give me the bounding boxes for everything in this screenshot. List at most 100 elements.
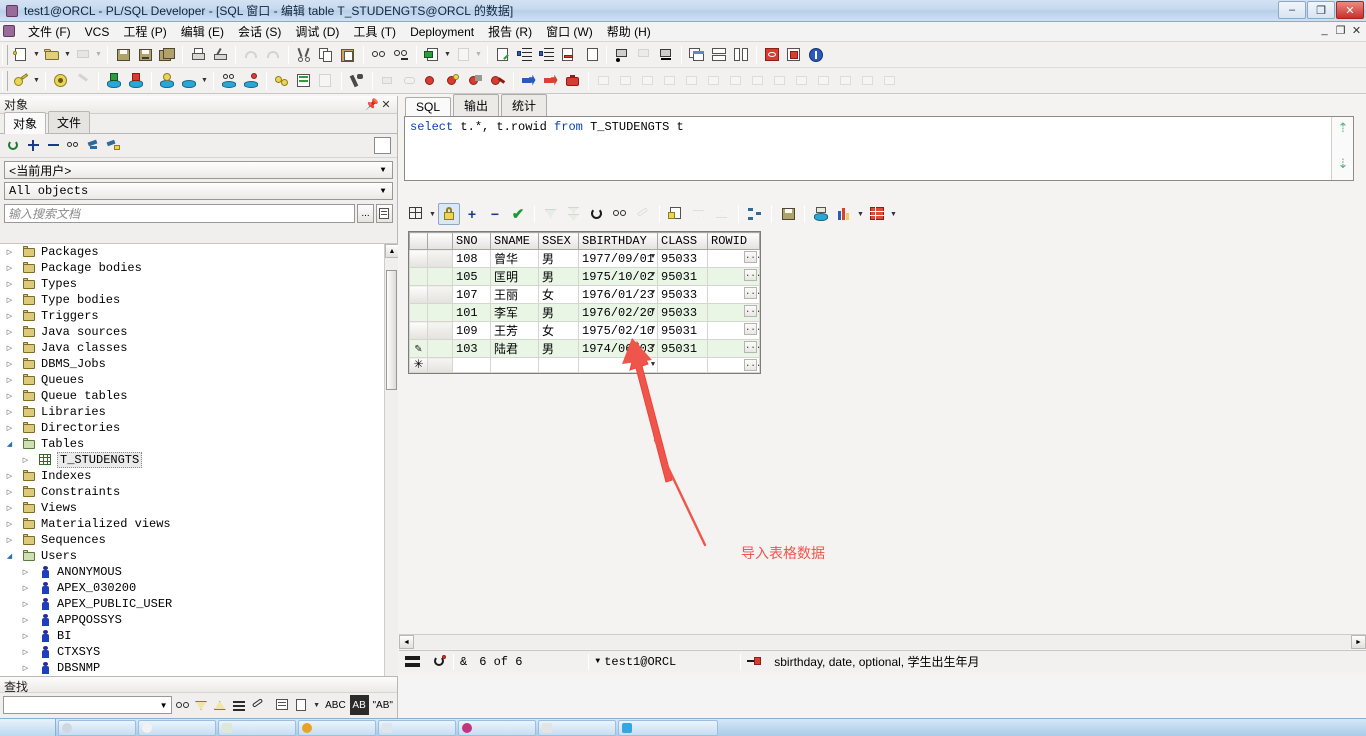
chevron-right-icon[interactable]: ▷ (4, 264, 15, 273)
rowid-ellipsis-button[interactable]: ... (744, 287, 761, 299)
chevron-right-icon[interactable]: ▷ (20, 664, 31, 673)
tree-node-t-studengts[interactable]: ▷ T_STUDENGTS (0, 452, 398, 468)
row-indicator[interactable] (409, 285, 428, 304)
menu-project[interactable]: 工程 (P) (116, 21, 173, 42)
menu-help[interactable]: 帮助 (H) (600, 21, 658, 42)
tab-stats[interactable]: 统计 (501, 94, 548, 116)
column-header-sname[interactable]: SNAME (490, 232, 539, 250)
tree-node-libraries[interactable]: ▷ Libraries (0, 404, 398, 420)
cell-sname[interactable]: 陆君 (490, 339, 539, 358)
tab-output[interactable]: 输出 (453, 94, 500, 116)
connection-dropdown-arrow[interactable]: ▼ (589, 653, 602, 671)
cell-rowid[interactable]: ... (707, 285, 761, 304)
save-all-icon[interactable] (156, 44, 178, 66)
mdi-minimize-button[interactable]: _ (1318, 24, 1331, 37)
expand-icon[interactable] (24, 137, 42, 155)
results-hscrollbar[interactable]: ◄ ► (399, 634, 1366, 649)
query-builder-icon[interactable] (744, 203, 766, 225)
date-dropdown-icon[interactable]: ▼ (651, 271, 655, 279)
search-input[interactable]: 输入搜索文档 (4, 204, 355, 223)
table-row[interactable]: 107 王丽女 1976/01/23 ▼ 95033... (409, 285, 761, 304)
rowid-ellipsis-button[interactable]: ... (744, 359, 761, 371)
break4-icon[interactable] (487, 70, 509, 92)
taskbar-item[interactable] (538, 719, 616, 736)
cell-sbirthday[interactable]: ▼ (577, 357, 659, 373)
tree-node-apex-public-user[interactable]: ▷ APEX_PUBLIC_USER (0, 596, 398, 612)
date-dropdown-icon[interactable]: ▼ (651, 253, 655, 261)
table-row[interactable]: 109 王芳女 1975/02/10 ▼ 95031... (409, 321, 761, 340)
cell-sno[interactable]: 108 (452, 249, 491, 268)
pin-icon[interactable]: 📌 (365, 98, 379, 111)
user-filter-combo[interactable]: <当前用户> ▼ (4, 161, 393, 179)
rowid-ellipsis-button[interactable]: ... (744, 323, 761, 335)
copy-icon[interactable] (315, 44, 337, 66)
find-icon[interactable] (64, 137, 82, 155)
print-setup-icon[interactable] (209, 44, 231, 66)
cell-sno[interactable]: 101 (452, 303, 491, 322)
tree-node-apex-030200[interactable]: ▷ APEX_030200 (0, 580, 398, 596)
chevron-right-icon[interactable]: ▷ (20, 632, 31, 641)
cell-sname[interactable]: 李军 (490, 303, 539, 322)
menu-deployment[interactable]: Deployment (403, 23, 481, 41)
cell-class[interactable]: 95031 (657, 321, 709, 340)
gutter-down-icon[interactable]: ⇣ (1336, 156, 1350, 171)
chevron-right-icon[interactable]: ▷ (4, 360, 15, 369)
cell-sname[interactable]: 王丽 (490, 285, 539, 304)
close-icon[interactable]: ✕ (379, 98, 393, 111)
column-header-ssex[interactable]: SSEX (538, 232, 579, 250)
chevron-right-icon[interactable]: ▷ (4, 392, 15, 401)
browser-icon[interactable] (10, 70, 32, 92)
menu-debug[interactable]: 调试 (D) (288, 21, 346, 42)
toolbar-grip[interactable] (2, 44, 8, 65)
chevron-right-icon[interactable]: ▷ (20, 568, 31, 577)
info-icon[interactable] (805, 44, 827, 66)
chevron-down-icon[interactable]: ▼ (157, 701, 171, 710)
insert-row-icon[interactable]: + (461, 203, 483, 225)
scroll-thumb[interactable] (386, 270, 397, 390)
run-icon[interactable] (562, 70, 584, 92)
break3-icon[interactable] (465, 70, 487, 92)
stop-icon[interactable] (761, 44, 783, 66)
date-dropdown-icon[interactable]: ▼ (651, 307, 655, 315)
highlight-all-icon[interactable] (231, 695, 247, 715)
find-icon[interactable] (368, 44, 390, 66)
cell-rowid[interactable]: ... (707, 321, 761, 340)
chevron-right-icon[interactable]: ▷ (20, 616, 31, 625)
cell-rowid[interactable]: ... (707, 249, 761, 268)
paste-icon[interactable] (337, 44, 359, 66)
column-header-sno[interactable]: SNO (452, 232, 491, 250)
save-as-icon[interactable] (134, 44, 156, 66)
import-dropdown-arrow[interactable]: ▼ (443, 44, 452, 66)
menu-reports[interactable]: 报告 (R) (481, 21, 539, 42)
refresh-status-icon[interactable] (427, 653, 453, 671)
doc-scope-dropdown-arrow[interactable]: ▼ (312, 694, 321, 716)
save-icon[interactable] (112, 44, 134, 66)
find-in-grid-icon[interactable] (609, 203, 631, 225)
chevron-right-icon[interactable]: ▷ (4, 472, 15, 481)
date-dropdown-icon[interactable]: ▼ (651, 289, 655, 297)
chevron-right-icon[interactable]: ▷ (4, 312, 15, 321)
cascade-windows-icon[interactable] (686, 44, 708, 66)
taskbar-item[interactable] (618, 719, 718, 736)
chevron-down-icon[interactable]: ◢ (4, 552, 15, 561)
import-icon[interactable] (421, 44, 443, 66)
row-selector[interactable] (427, 321, 453, 340)
find-up-icon[interactable] (212, 695, 228, 715)
row-indicator[interactable] (409, 267, 428, 286)
rowid-ellipsis-button[interactable]: ... (744, 269, 761, 281)
cell-class[interactable]: 95031 (657, 339, 709, 358)
find-input[interactable]: ▼ (3, 696, 172, 714)
report-icon[interactable] (783, 44, 805, 66)
open-dropdown-arrow[interactable]: ▼ (63, 44, 72, 66)
chart-dropdown-arrow[interactable]: ▼ (856, 203, 865, 225)
cell-ssex[interactable]: 男 (538, 339, 579, 358)
taskbar-item[interactable] (218, 719, 296, 736)
cell-class[interactable]: 95033 (657, 303, 709, 322)
refresh-icon[interactable] (586, 203, 608, 225)
tools-icon[interactable] (346, 70, 368, 92)
collapse-icon[interactable] (44, 137, 62, 155)
find-next-icon[interactable] (390, 44, 412, 66)
delete-row-icon[interactable]: − (484, 203, 506, 225)
rowid-ellipsis-button[interactable]: ... (744, 305, 761, 317)
start-button[interactable] (0, 719, 56, 736)
